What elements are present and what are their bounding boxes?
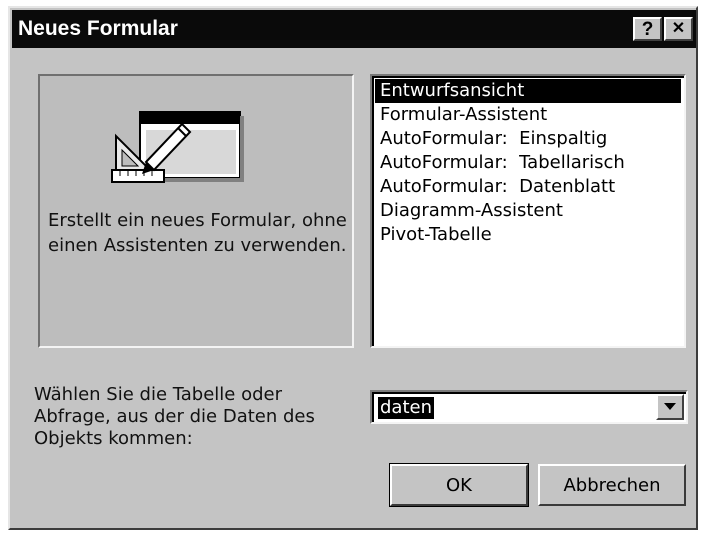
source-dropdown-button[interactable] xyxy=(656,394,684,420)
list-item[interactable]: AutoFormular: Einspaltig xyxy=(375,127,681,151)
help-icon: ? xyxy=(641,18,654,40)
list-item[interactable]: Formular-Assistent xyxy=(375,103,681,127)
preview-panel: Erstellt ein neues Formular, ohne einen … xyxy=(38,74,354,348)
cancel-button[interactable]: Abbrechen xyxy=(538,464,686,506)
list-item[interactable]: AutoFormular: Tabellarisch xyxy=(375,151,681,175)
form-design-icon xyxy=(111,111,244,183)
source-combobox-value[interactable]: daten xyxy=(378,397,434,419)
chevron-down-icon xyxy=(664,403,676,410)
source-combobox[interactable]: daten xyxy=(370,390,688,424)
list-item[interactable]: Diagramm-Assistent xyxy=(375,199,681,223)
source-prompt: Wählen Sie die Tabelle oder Abfrage, aus… xyxy=(34,384,315,449)
view-list: Entwurfsansicht Formular-Assistent AutoFor… xyxy=(375,79,681,247)
title-bar[interactable]: Neues Formular ? ✕ xyxy=(12,10,696,48)
list-item[interactable]: AutoFormular: Datenblatt xyxy=(375,175,681,199)
view-listbox[interactable]: Entwurfsansicht Formular-Assistent AutoFor… xyxy=(370,74,686,348)
list-item[interactable]: Entwurfsansicht xyxy=(375,79,681,103)
new-form-dialog: Neues Formular ? ✕ Erstellt ein neues Fo… xyxy=(8,6,698,530)
help-button[interactable]: ? xyxy=(633,17,662,41)
list-item[interactable]: Pivot-Tabelle xyxy=(375,223,681,247)
close-button[interactable]: ✕ xyxy=(664,17,693,41)
close-icon: ✕ xyxy=(671,20,686,37)
preview-description: Erstellt ein neues Formular, ohne einen … xyxy=(48,210,347,256)
dialog-title: Neues Formular xyxy=(18,17,178,40)
ok-button[interactable]: OK xyxy=(389,463,529,507)
